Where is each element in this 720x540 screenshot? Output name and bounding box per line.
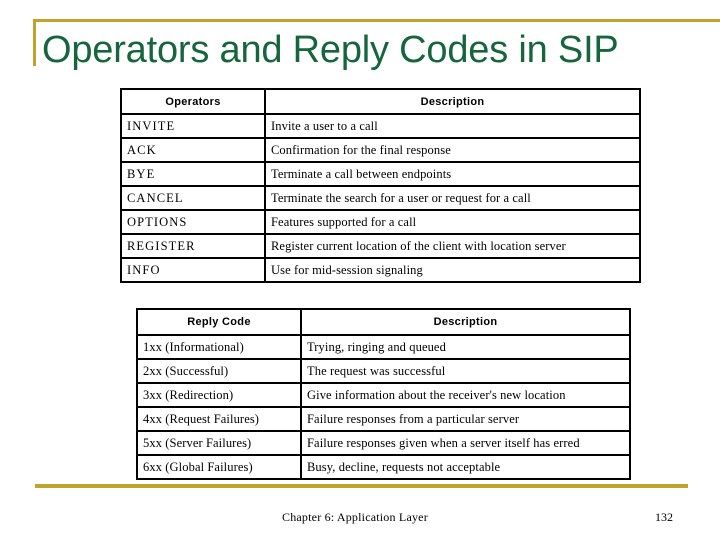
- cell-description: Register current location of the client …: [264, 233, 641, 259]
- page-title: Operators and Reply Codes in SIP: [42, 29, 619, 71]
- cell-description: The request was successful: [300, 358, 631, 384]
- cell-description: Failure responses given when a server it…: [300, 430, 631, 456]
- cell-operator: INVITE: [120, 113, 266, 139]
- footer-page-number: 132: [655, 510, 673, 524]
- cell-description: Terminate a call between endpoints: [264, 161, 641, 187]
- table-row: BYE Terminate a call between endpoints: [120, 161, 641, 187]
- table-row: 2xx (Successful) The request was success…: [136, 358, 631, 384]
- operators-table: Operators Description INVITE Invite a us…: [120, 88, 641, 283]
- decorative-left-rule: [33, 19, 36, 66]
- cell-reply-code: 1xx (Informational): [136, 334, 302, 360]
- cell-reply-code: 6xx (Global Failures): [136, 454, 302, 480]
- cell-operator: CANCEL: [120, 185, 266, 211]
- reply-codes-table: Reply Code Description 1xx (Informationa…: [136, 308, 631, 480]
- decorative-top-rule: [33, 19, 720, 22]
- table-row: 6xx (Global Failures) Busy, decline, req…: [136, 454, 631, 480]
- cell-description: Confirmation for the final response: [264, 137, 641, 163]
- decorative-bottom-rule: [35, 484, 688, 488]
- cell-operator: BYE: [120, 161, 266, 187]
- cell-description: Invite a user to a call: [264, 113, 641, 139]
- cell-operator: ACK: [120, 137, 266, 163]
- footer-chapter-label: Chapter 6: Application Layer: [282, 510, 428, 524]
- table-header-row: Operators Description: [120, 88, 641, 115]
- cell-description: Failure responses from a particular serv…: [300, 406, 631, 432]
- cell-operator: INFO: [120, 257, 266, 283]
- reply-codes-table-body: 1xx (Informational) Trying, ringing and …: [136, 334, 631, 480]
- column-header-operators: Operators: [120, 88, 266, 115]
- cell-reply-code: 5xx (Server Failures): [136, 430, 302, 456]
- table-row: ACK Confirmation for the final response: [120, 137, 641, 163]
- table-row: CANCEL Terminate the search for a user o…: [120, 185, 641, 211]
- cell-description: Use for mid-session signaling: [264, 257, 641, 283]
- cell-description: Features supported for a call: [264, 209, 641, 235]
- reply-codes-table-head: Reply Code Description: [136, 308, 631, 336]
- cell-reply-code: 2xx (Successful): [136, 358, 302, 384]
- cell-description: Busy, decline, requests not acceptable: [300, 454, 631, 480]
- column-header-description: Description: [300, 308, 631, 336]
- table-row: 3xx (Redirection) Give information about…: [136, 382, 631, 408]
- column-header-reply-code: Reply Code: [136, 308, 302, 336]
- table-row: REGISTER Register current location of th…: [120, 233, 641, 259]
- cell-operator: REGISTER: [120, 233, 266, 259]
- cell-description: Give information about the receiver's ne…: [300, 382, 631, 408]
- table-row: 1xx (Informational) Trying, ringing and …: [136, 334, 631, 360]
- table-row: 4xx (Request Failures) Failure responses…: [136, 406, 631, 432]
- table-row: OPTIONS Features supported for a call: [120, 209, 641, 235]
- cell-operator: OPTIONS: [120, 209, 266, 235]
- cell-description: Terminate the search for a user or reque…: [264, 185, 641, 211]
- operators-table-head: Operators Description: [120, 88, 641, 115]
- table-row: INVITE Invite a user to a call: [120, 113, 641, 139]
- column-header-description: Description: [264, 88, 641, 115]
- cell-reply-code: 3xx (Redirection): [136, 382, 302, 408]
- cell-reply-code: 4xx (Request Failures): [136, 406, 302, 432]
- table-row: INFO Use for mid-session signaling: [120, 257, 641, 283]
- table-row: 5xx (Server Failures) Failure responses …: [136, 430, 631, 456]
- cell-description: Trying, ringing and queued: [300, 334, 631, 360]
- slide-canvas: Operators and Reply Codes in SIP Operato…: [0, 0, 720, 540]
- operators-table-body: INVITE Invite a user to a call ACK Confi…: [120, 113, 641, 283]
- table-header-row: Reply Code Description: [136, 308, 631, 336]
